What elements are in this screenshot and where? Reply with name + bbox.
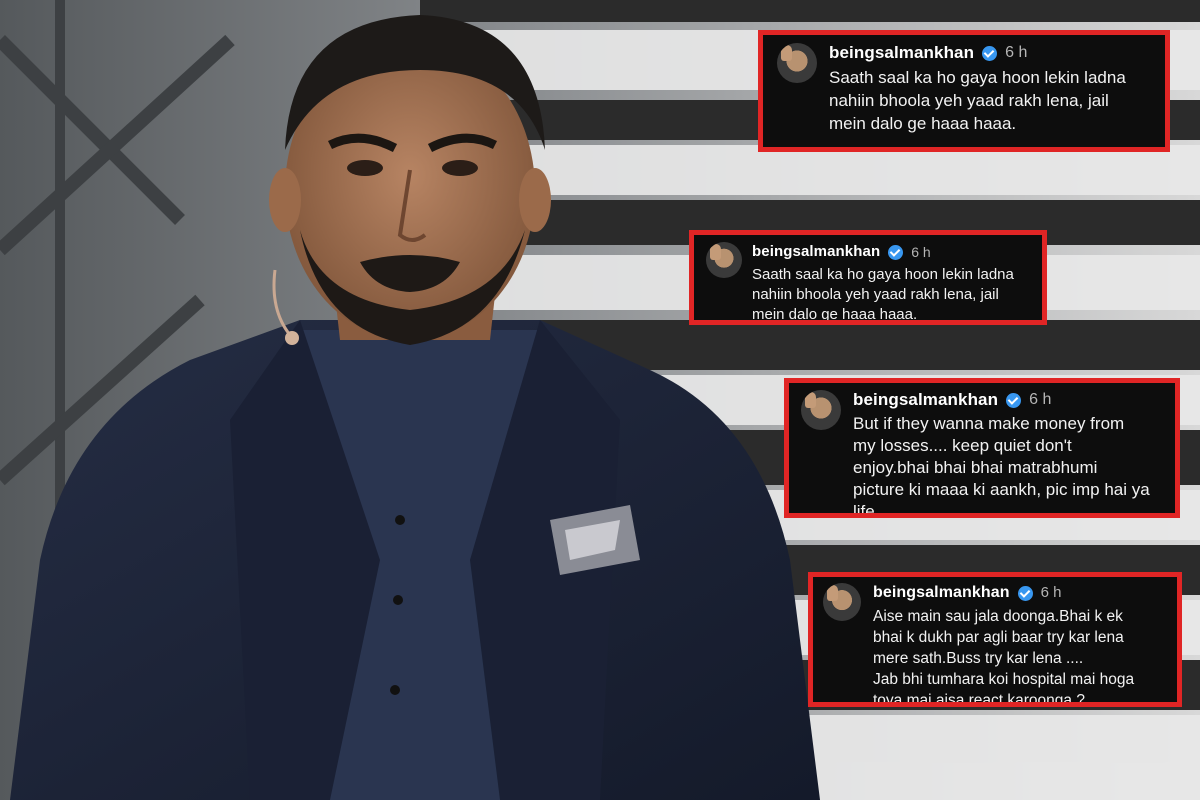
comment-time: 6 h [1005, 44, 1028, 61]
headset-mic [285, 331, 299, 345]
comment-time: 6 h [1040, 584, 1062, 601]
comment-username: beingsalmankhan [752, 243, 881, 260]
verified-badge-icon [888, 244, 904, 260]
comment-text: Saath saal ka ho gaya hoon lekin ladna n… [752, 266, 1014, 323]
comment-username: beingsalmankhan [873, 584, 1010, 601]
verified-badge-icon [1017, 585, 1033, 601]
profile-avatar-icon [801, 390, 841, 430]
profile-avatar-icon [823, 583, 861, 621]
verified-badge-icon [982, 45, 998, 61]
comment-text: Aise main sau jala doonga.Bhai k ek bhai… [873, 608, 1135, 707]
comment-card-4: beingsalmankhan 6 h Aise main sau jala d… [808, 572, 1182, 707]
comment-text: Saath saal ka ho gaya hoon lekin ladna n… [829, 68, 1126, 133]
comment-username: beingsalmankhan [853, 390, 999, 409]
profile-avatar-icon [777, 43, 817, 83]
comment-card-2: beingsalmankhan 6 h Saath saal ka ho gay… [689, 230, 1047, 325]
comment-card-3: beingsalmankhan 6 h But if they wanna ma… [784, 378, 1180, 518]
comment-card-1: beingsalmankhan 6 h Saath saal ka ho gay… [758, 30, 1170, 152]
comment-username: beingsalmankhan [829, 43, 975, 62]
comment-text: But if they wanna make money from my los… [853, 414, 1150, 518]
comment-time: 6 h [911, 244, 931, 260]
profile-avatar-icon [706, 242, 742, 278]
comment-time: 6 h [1029, 391, 1052, 408]
verified-badge-icon [1006, 392, 1022, 408]
